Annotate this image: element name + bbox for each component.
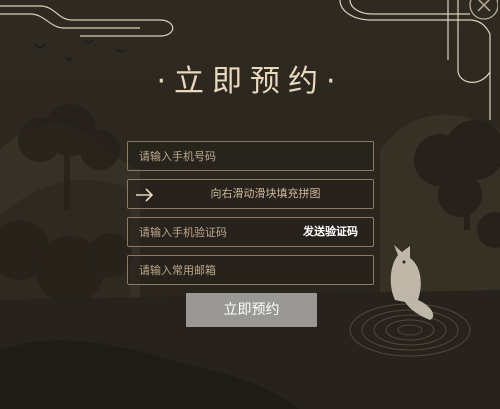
captcha-slider[interactable]: 向右滑动滑块填充拼图	[127, 179, 374, 209]
arrow-right-icon	[136, 188, 154, 202]
send-code-button[interactable]: 发送验证码	[303, 218, 358, 246]
phone-input[interactable]	[128, 142, 373, 170]
verification-code-field: 发送验证码	[127, 217, 374, 247]
phone-field	[127, 141, 374, 171]
close-icon	[469, 0, 499, 20]
slider-label: 向右滑动滑块填充拼图	[210, 187, 321, 200]
email-field	[127, 255, 374, 285]
slider-handle[interactable]	[134, 187, 156, 203]
close-button[interactable]	[464, 0, 499, 24]
reservation-dialog: ·立即预约· 向右滑动滑块填充拼图 发送验证码 立即预约	[0, 0, 500, 409]
email-input[interactable]	[128, 256, 373, 284]
submit-reservation-button[interactable]: 立即预约	[186, 293, 317, 327]
dialog-title: ·立即预约·	[156, 64, 344, 99]
